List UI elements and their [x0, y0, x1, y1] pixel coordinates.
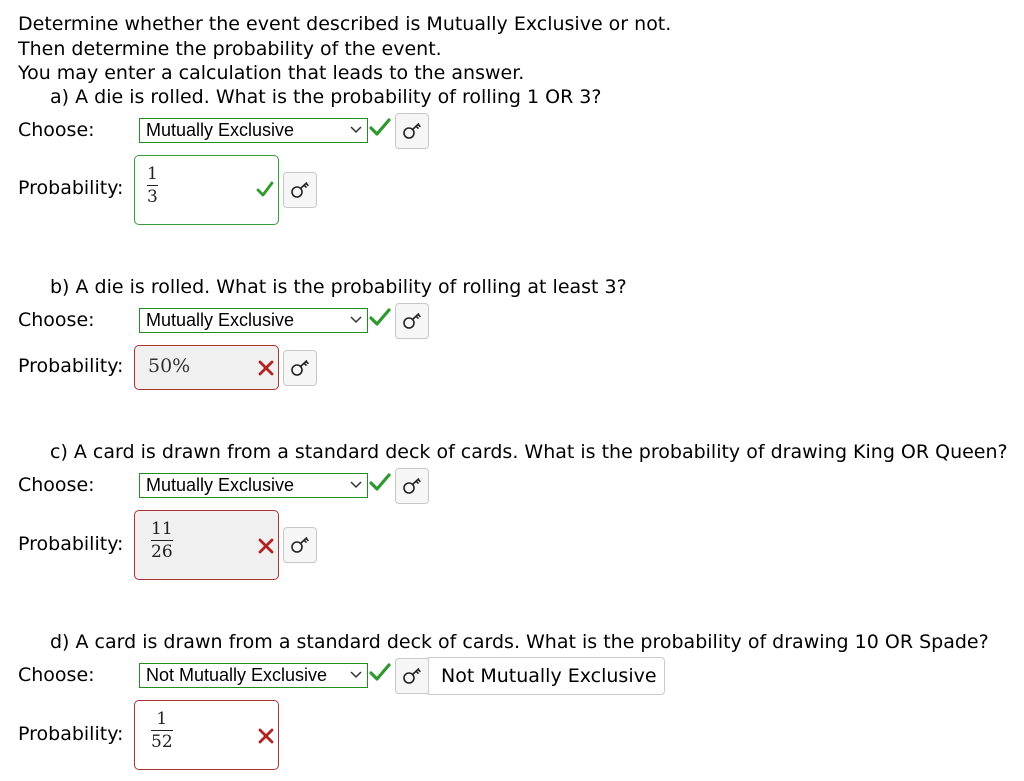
instruction-line-1: Determine whether the event described is…	[18, 13, 672, 35]
question-b-probability-label: Probability:	[18, 355, 124, 377]
question-c-selected-value: Mutually Exclusive	[146, 475, 295, 495]
question-a-probability-label: Probability:	[18, 177, 124, 199]
key-icon	[403, 477, 421, 494]
cross-icon	[258, 360, 274, 376]
question-a-denominator: 3	[147, 187, 158, 208]
instruction-line-2: Then determine the probability of the ev…	[18, 37, 442, 60]
checkmark-icon	[256, 181, 274, 197]
chevron-down-icon	[350, 481, 362, 489]
question-d-text: d) A card is drawn from a standard deck …	[50, 631, 989, 653]
question-b-select-key-button[interactable]	[395, 303, 429, 339]
question-c-select[interactable]: Mutually Exclusive	[139, 473, 368, 498]
question-b-choose-label: Choose:	[18, 309, 95, 331]
question-d-denominator: 52	[151, 732, 173, 753]
cross-icon	[258, 728, 274, 744]
question-c-probability-input[interactable]: 11 26	[134, 510, 279, 580]
question-d-revealed-answer: Not Mutually Exclusive	[428, 657, 665, 695]
question-d-numerator: 1	[156, 709, 168, 729]
cross-icon	[258, 538, 274, 554]
instructions: Determine whether the event described is…	[18, 12, 671, 86]
chevron-down-icon	[350, 316, 362, 324]
instruction-line-3: You may enter a calculation that leads t…	[18, 62, 525, 84]
question-d-selected-value: Not Mutually Exclusive	[146, 665, 328, 685]
checkmark-icon	[369, 663, 391, 681]
question-a-select[interactable]: Mutually Exclusive	[139, 118, 368, 143]
question-b-text: b) A die is rolled. What is the probabil…	[50, 276, 627, 298]
question-d-probability-input[interactable]: 1 52	[134, 700, 279, 770]
question-b-answer-value: 50%	[148, 355, 191, 377]
key-icon	[403, 667, 421, 684]
question-c-probability-label: Probability:	[18, 533, 124, 555]
question-b-probability-input[interactable]: 50%	[134, 345, 279, 390]
key-icon	[291, 359, 309, 376]
key-icon	[291, 536, 309, 553]
question-a-selected-value: Mutually Exclusive	[146, 120, 295, 140]
question-b-select[interactable]: Mutually Exclusive	[139, 308, 368, 333]
question-d-choose-label: Choose:	[18, 664, 95, 686]
question-c-probability-key-button[interactable]	[283, 527, 317, 563]
question-c-choose-label: Choose:	[18, 474, 95, 496]
chevron-down-icon	[350, 126, 362, 134]
key-icon	[403, 122, 421, 139]
question-b-selected-value: Mutually Exclusive	[146, 310, 295, 330]
key-icon	[291, 181, 309, 198]
question-a-probability-key-button[interactable]	[283, 172, 317, 208]
question-a-text: a) A die is rolled. What is the probabil…	[50, 86, 602, 108]
question-a-answer-fraction: 1 3	[147, 164, 158, 207]
question-c-denominator: 26	[151, 542, 173, 563]
checkmark-icon	[369, 308, 391, 326]
question-c-answer-fraction: 11 26	[151, 519, 173, 562]
question-c-select-key-button[interactable]	[395, 468, 429, 504]
question-c-numerator: 11	[151, 519, 173, 539]
question-c-text: c) A card is drawn from a standard deck …	[50, 441, 1008, 463]
checkmark-icon	[369, 118, 391, 136]
question-d-answer-fraction: 1 52	[151, 709, 173, 752]
question-a-numerator: 1	[147, 164, 158, 184]
question-a-select-key-button[interactable]	[395, 113, 429, 149]
question-a-probability-input[interactable]: 1 3	[134, 155, 279, 225]
question-d-probability-label: Probability:	[18, 723, 124, 745]
question-d-select[interactable]: Not Mutually Exclusive	[139, 663, 368, 688]
chevron-down-icon	[350, 671, 362, 679]
question-a-choose-label: Choose:	[18, 119, 95, 141]
question-b-probability-key-button[interactable]	[283, 350, 317, 386]
key-icon	[403, 312, 421, 329]
question-d-select-key-button[interactable]	[395, 658, 429, 694]
question-d-revealed-answer-text: Not Mutually Exclusive	[441, 665, 657, 687]
checkmark-icon	[369, 473, 391, 491]
